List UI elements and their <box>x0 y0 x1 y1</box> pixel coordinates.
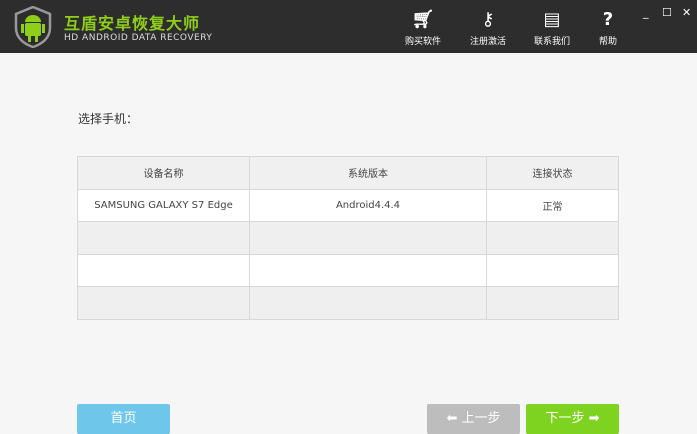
shield-android-logo <box>14 6 52 48</box>
table-row[interactable]: SAMSUNG GALAXY S7 Edge Android4.4.4 正常 <box>77 188 619 222</box>
home-button[interactable]: 首页 <box>77 404 170 434</box>
contact-label: 联系我们 <box>533 37 570 47</box>
table-row <box>77 253 619 287</box>
prev-button[interactable]: ⬅ 上一步 <box>427 404 520 434</box>
contact-button[interactable]: ▤ 联系我们 <box>527 8 577 47</box>
cart-icon: 🛒︎ <box>411 9 435 30</box>
column-header: 连接状态 <box>486 156 619 190</box>
select-phone-label: 选择手机： <box>78 112 139 126</box>
connection-status: 正常 <box>486 188 619 222</box>
help-icon: ? <box>602 9 614 30</box>
close-icon[interactable]: ✕ <box>682 6 691 19</box>
device-name: SAMSUNG GALAXY S7 Edge <box>77 188 250 222</box>
next-button[interactable]: 下一步 ➡ <box>526 404 619 434</box>
table-row <box>77 286 619 320</box>
minimize-icon[interactable]: _ <box>643 6 649 19</box>
maximize-icon[interactable]: ☐ <box>662 6 672 19</box>
prev-label: 上一步 <box>461 411 501 426</box>
chat-icon: ▤ <box>543 9 561 30</box>
device-table: 设备名称 系统版本 连接状态 SAMSUNG GALAXY S7 Edge Andro… <box>77 156 619 320</box>
register-label: 注册激活 <box>469 37 506 47</box>
column-header: 系统版本 <box>249 156 487 190</box>
next-label: 下一步 <box>545 411 585 426</box>
arrow-right-icon: ➡ <box>588 411 600 426</box>
register-button[interactable]: ⚷ 注册激活 <box>463 8 513 47</box>
column-header: 设备名称 <box>77 156 250 190</box>
app-title: 互盾安卓恢复大师 <box>64 14 201 33</box>
arrow-left-icon: ⬅ <box>446 411 458 426</box>
title-bar: 互盾安卓恢复大师 HD ANDROID DATA RECOVERY 🛒︎ 购买软件… <box>0 0 697 53</box>
help-label: 帮助 <box>598 37 617 47</box>
help-button[interactable]: ? 帮助 <box>583 8 633 47</box>
app-subtitle: HD ANDROID DATA RECOVERY <box>64 33 213 43</box>
table-row <box>77 221 619 255</box>
buy-label: 购买软件 <box>404 37 441 47</box>
system-version: Android4.4.4 <box>249 188 487 222</box>
buy-software-button[interactable]: 🛒︎ 购买软件 <box>398 8 448 47</box>
key-icon: ⚷ <box>481 9 495 30</box>
